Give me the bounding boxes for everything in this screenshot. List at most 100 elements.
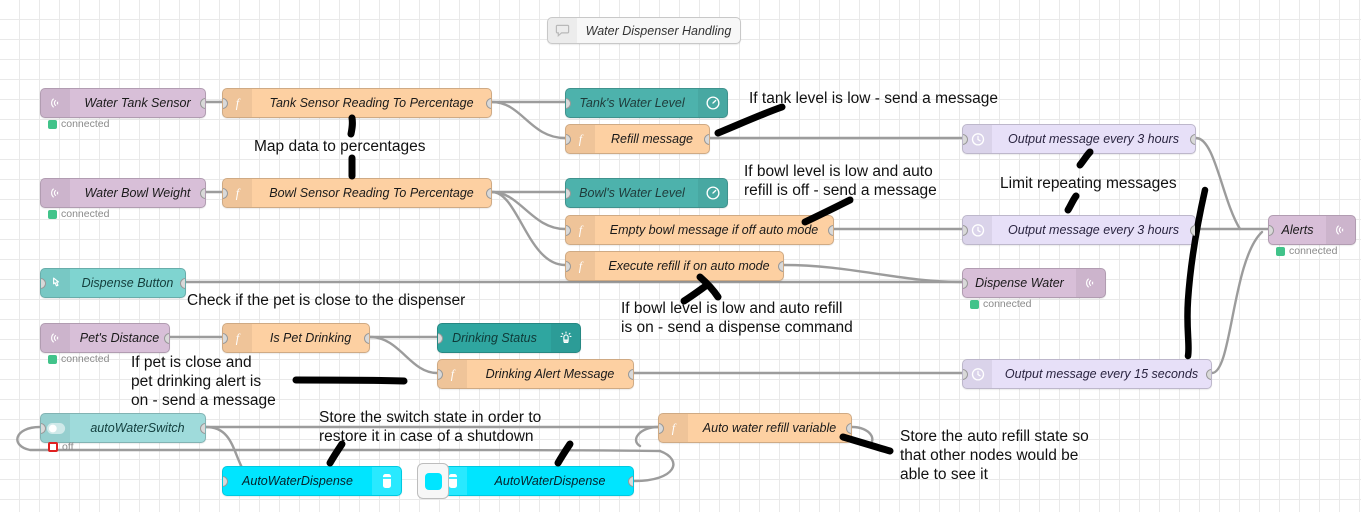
node-label: Output message every 15 seconds xyxy=(1004,367,1199,381)
svg-text:f: f xyxy=(672,421,677,435)
signal-icon xyxy=(1076,269,1105,297)
node-label: Empty bowl message if off auto mode xyxy=(609,223,819,237)
comment-node-label: Water Dispenser Handling xyxy=(585,23,732,38)
signal-icon xyxy=(1326,216,1355,244)
node-label: Tank Sensor Reading To Percentage xyxy=(269,96,474,110)
status-text: connected xyxy=(61,353,110,365)
node-label: Bowl's Water Level xyxy=(579,186,685,200)
output-port[interactable] xyxy=(628,476,633,487)
node-auto-water-dispense-set[interactable]: AutoWaterDispense xyxy=(222,466,402,496)
node-water-bowl-weight[interactable]: Water Bowl Weight xyxy=(40,178,206,208)
status-dot xyxy=(48,119,57,129)
output-port[interactable] xyxy=(846,423,851,434)
node-auto-water-switch[interactable]: autoWaterSwitch xyxy=(40,413,206,443)
node-label: Water Bowl Weight xyxy=(84,186,191,200)
svg-text:f: f xyxy=(579,223,584,237)
output-port[interactable] xyxy=(200,188,205,199)
variable-icon xyxy=(372,467,401,495)
node-execute-refill[interactable]: f Execute refill if on auto mode xyxy=(565,251,784,281)
node-label: Is Pet Drinking xyxy=(269,331,352,345)
status-off-icon xyxy=(48,442,58,452)
output-port[interactable] xyxy=(486,188,491,199)
node-refill-message[interactable]: f Refill message xyxy=(565,124,710,154)
output-port[interactable] xyxy=(1206,369,1211,380)
output-port[interactable] xyxy=(200,98,205,109)
status-dispense-water: connected xyxy=(970,298,1031,310)
annotation-tank-low: If tank level is low - send a message xyxy=(749,90,998,107)
node-empty-bowl-message[interactable]: f Empty bowl message if off auto mode xyxy=(565,215,834,245)
node-water-tank-sensor[interactable]: Water Tank Sensor xyxy=(40,88,206,118)
svg-text:f: f xyxy=(579,132,584,146)
status-text: connected xyxy=(1289,245,1338,257)
status-text: connected xyxy=(61,208,110,220)
output-port[interactable] xyxy=(628,369,633,380)
node-label: Drinking Status xyxy=(452,331,537,345)
node-label: Output message every 3 hours xyxy=(1008,223,1179,237)
node-label: Water Tank Sensor xyxy=(84,96,191,110)
node-label: AutoWaterDispense xyxy=(494,474,606,488)
node-is-pet-drinking[interactable]: f Is Pet Drinking xyxy=(222,323,370,353)
status-pets-distance: connected xyxy=(48,353,109,365)
status-water-bowl-weight: connected xyxy=(48,208,109,220)
output-port[interactable] xyxy=(778,261,783,272)
node-label: Auto water refill variable xyxy=(702,421,837,435)
node-label: Alerts xyxy=(1281,223,1314,237)
output-port[interactable] xyxy=(364,333,369,344)
node-alerts[interactable]: Alerts xyxy=(1268,215,1356,245)
status-auto-water-switch: off xyxy=(48,441,73,453)
svg-text:f: f xyxy=(236,96,241,110)
node-tanks-water-level[interactable]: Tank's Water Level xyxy=(565,88,728,118)
gauge-icon xyxy=(698,179,727,207)
node-dispense-button[interactable]: Dispense Button xyxy=(40,268,186,298)
status-text: off xyxy=(62,441,74,453)
gauge-icon xyxy=(698,89,727,117)
node-pets-distance[interactable]: Pet's Distance xyxy=(40,323,170,353)
annotation-map-data: Map data to percentages xyxy=(254,138,426,155)
svg-text:f: f xyxy=(236,186,241,200)
svg-text:f: f xyxy=(451,367,456,381)
node-auto-water-refill-variable[interactable]: f Auto water refill variable xyxy=(658,413,852,443)
node-label: Dispense Button xyxy=(81,276,174,290)
node-label: Execute refill if on auto mode xyxy=(608,259,770,273)
signal-icon xyxy=(41,179,70,207)
comment-node-water-dispenser-handling[interactable]: Water Dispenser Handling xyxy=(547,17,741,44)
output-port[interactable] xyxy=(164,333,169,344)
comment-icon xyxy=(548,18,577,43)
annotation-pet-close-alert: If pet is close and pet drinking alert i… xyxy=(131,354,276,409)
annotation-limit-repeating: Limit repeating messages xyxy=(1000,175,1177,192)
output-port[interactable] xyxy=(180,278,185,289)
annotation-store-switch: Store the switch state in order to resto… xyxy=(319,409,542,445)
output-port[interactable] xyxy=(200,423,205,434)
node-bowls-water-level[interactable]: Bowl's Water Level xyxy=(565,178,728,208)
node-drinking-alert-message[interactable]: f Drinking Alert Message xyxy=(437,359,634,389)
output-port[interactable] xyxy=(1190,134,1195,145)
status-dot xyxy=(1276,246,1285,256)
output-port[interactable] xyxy=(1190,225,1195,236)
annotation-bowl-low-on: If bowl level is low and auto refill is … xyxy=(621,300,853,336)
node-label: Refill message xyxy=(611,132,693,146)
node-output-every-3-hours-1[interactable]: Output message every 3 hours xyxy=(962,124,1196,154)
annotation-store-refill: Store the auto refill state so that othe… xyxy=(900,428,1089,483)
inject-button-auto-water-dispense[interactable] xyxy=(417,463,449,499)
node-bowl-to-percentage[interactable]: f Bowl Sensor Reading To Percentage xyxy=(222,178,492,208)
output-port[interactable] xyxy=(486,98,491,109)
node-drinking-status[interactable]: Drinking Status xyxy=(437,323,581,353)
node-label: AutoWaterDispense xyxy=(242,474,353,488)
node-tank-to-percentage[interactable]: f Tank Sensor Reading To Percentage xyxy=(222,88,492,118)
annotation-bowl-low-off: If bowl level is low and auto refill is … xyxy=(744,163,937,199)
node-dispense-water[interactable]: Dispense Water xyxy=(962,268,1106,298)
svg-text:f: f xyxy=(236,331,241,345)
status-text: connected xyxy=(61,118,110,130)
status-text: connected xyxy=(983,298,1032,310)
status-dot xyxy=(48,209,57,219)
status-dot xyxy=(48,354,57,364)
node-auto-water-dispense-get[interactable]: AutoWaterDispense xyxy=(437,466,634,496)
node-output-every-15-seconds[interactable]: Output message every 15 seconds xyxy=(962,359,1212,389)
status-water-tank-sensor: connected xyxy=(48,118,109,130)
flow-canvas[interactable]: Water Dispenser Handling Water Tank Sens… xyxy=(0,0,1361,512)
node-label: autoWaterSwitch xyxy=(90,421,185,435)
node-output-every-3-hours-2[interactable]: Output message every 3 hours xyxy=(962,215,1196,245)
output-port[interactable] xyxy=(704,134,709,145)
status-dot xyxy=(970,299,979,309)
output-port[interactable] xyxy=(828,225,833,236)
